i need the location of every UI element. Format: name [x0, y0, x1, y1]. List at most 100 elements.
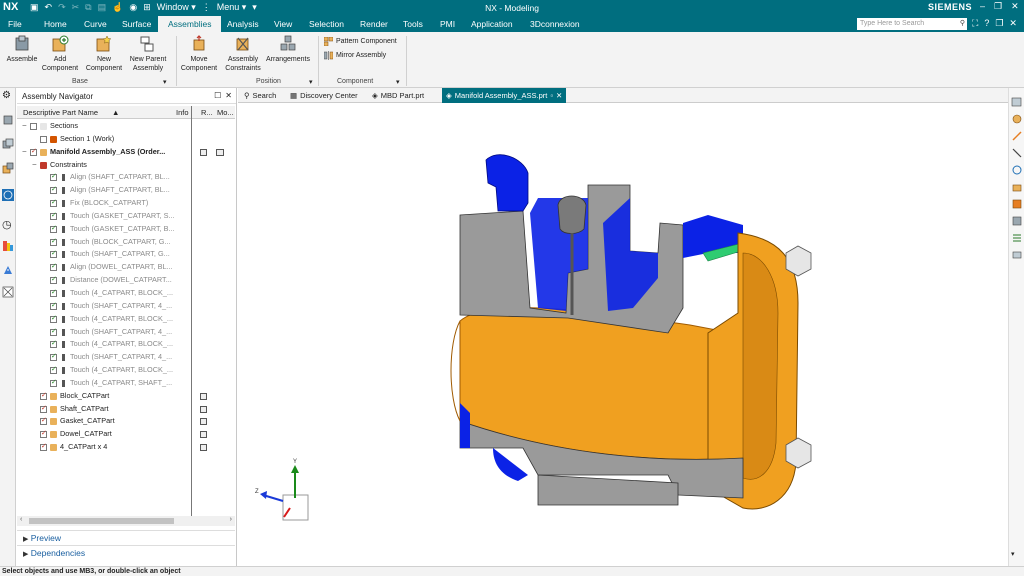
new-parent-assembly-button[interactable]: New Parent Assembly: [126, 35, 170, 73]
visibility-checkbox[interactable]: [30, 146, 37, 159]
close-part-icon[interactable]: ✕: [1009, 18, 1017, 29]
expand-preview-icon[interactable]: ▶: [23, 536, 28, 543]
settings-gear-icon[interactable]: ⚙: [2, 90, 14, 102]
assemble-button[interactable]: Assemble: [4, 35, 40, 65]
palette-icon[interactable]: [2, 240, 14, 252]
visibility-checkbox[interactable]: [50, 197, 57, 210]
move-component-button[interactable]: Move Component: [178, 35, 220, 73]
fullscreen-icon[interactable]: ⛶: [972, 18, 978, 29]
tab-render[interactable]: Render: [360, 19, 388, 29]
visibility-checkbox[interactable]: [50, 338, 57, 351]
visibility-checkbox[interactable]: [50, 287, 57, 300]
visibility-checkbox[interactable]: [50, 248, 57, 261]
visibility-checkbox[interactable]: [30, 123, 37, 130]
view-tool-icon-5[interactable]: [1011, 164, 1023, 176]
view-tool-icon-2[interactable]: [1011, 113, 1023, 125]
constraint-navigator-icon[interactable]: [2, 162, 14, 174]
tree-row[interactable]: Distance (DOWEL_CATPART...: [17, 274, 235, 287]
tree-row[interactable]: 4_CATPart x 4: [17, 441, 235, 454]
navigator-horizontal-scrollbar[interactable]: ‹ ›: [17, 516, 235, 526]
restore-button[interactable]: ❐: [994, 1, 1002, 12]
scroll-down-arrow-icon[interactable]: ▾: [1011, 550, 1023, 562]
tree-row[interactable]: Touch (SHAFT_CATPART, 4_...: [17, 326, 235, 338]
tab-analysis[interactable]: Analysis: [227, 19, 259, 29]
tree-row[interactable]: Block_CATPart: [17, 390, 235, 403]
visibility-checkbox[interactable]: [50, 274, 57, 287]
assembly-constraints-button[interactable]: Assembly Constraints: [222, 35, 264, 73]
tree-row[interactable]: − Constraints: [17, 159, 235, 172]
part-navigator-icon[interactable]: [2, 114, 14, 126]
tree-row[interactable]: Touch (SHAFT_CATPART, 4_...: [17, 300, 235, 313]
new-component-button[interactable]: New Component: [83, 35, 125, 73]
visibility-checkbox[interactable]: [50, 223, 57, 236]
visibility-checkbox[interactable]: [40, 428, 47, 441]
visibility-checkbox[interactable]: [50, 313, 57, 326]
tree-row[interactable]: Touch (4_CATPART, BLOCK_...: [17, 287, 235, 300]
tab-pmi[interactable]: PMI: [440, 19, 455, 29]
visibility-checkbox[interactable]: [50, 377, 57, 390]
view-tool-icon-4[interactable]: [1011, 147, 1023, 159]
scroll-left-arrow-icon[interactable]: ‹: [20, 516, 22, 523]
manifold-assembly-model[interactable]: Y Z: [238, 103, 1008, 566]
mirror-assembly-button[interactable]: Mirror Assembly: [324, 51, 386, 60]
tree-row[interactable]: Dowel_CATPart: [17, 428, 235, 441]
tree-row[interactable]: Align (SHAFT_CATPART, BL...: [17, 171, 235, 184]
position-dropdown-icon[interactable]: ▾: [309, 78, 313, 86]
collapse-icon[interactable]: −: [22, 120, 27, 133]
dependencies-section[interactable]: ▶ Dependencies: [17, 545, 235, 559]
tree-row[interactable]: Touch (4_CATPART, BLOCK_...: [17, 338, 235, 351]
visibility-checkbox[interactable]: [50, 184, 57, 197]
preview-section[interactable]: ▶ Preview: [17, 530, 235, 544]
view-tool-icon-1[interactable]: [1011, 96, 1023, 108]
collapse-icon[interactable]: −: [22, 146, 27, 159]
view-tool-icon-10[interactable]: [1011, 249, 1023, 261]
tree-row[interactable]: Touch (GASKET_CATPART, S...: [17, 210, 235, 223]
visibility-checkbox[interactable]: [40, 135, 47, 143]
tree-row[interactable]: − Sections: [17, 120, 235, 133]
tree-row[interactable]: Gasket_CATPart: [17, 415, 235, 428]
view-tool-icon-6[interactable]: [1011, 181, 1023, 193]
maximize-panel-icon[interactable]: ☐: [214, 91, 221, 100]
tree-row[interactable]: Touch (4_CATPART, BLOCK_...: [17, 364, 235, 377]
visibility-checkbox[interactable]: [50, 300, 57, 313]
tree-row[interactable]: Shaft_CATPart: [17, 403, 235, 415]
tab-mbd-part[interactable]: ◈ MBD Part.prt: [368, 88, 428, 103]
tree-row[interactable]: Fix (BLOCK_CATPART): [17, 197, 235, 210]
history-clock-icon[interactable]: ◷: [2, 218, 14, 231]
visibility-checkbox[interactable]: [50, 351, 57, 364]
tree-row[interactable]: Touch (GASKET_CATPART, B...: [17, 223, 235, 236]
visibility-checkbox[interactable]: [40, 441, 47, 454]
tab-surface[interactable]: Surface: [122, 19, 151, 29]
view-tool-icon-8[interactable]: [1011, 215, 1023, 227]
pattern-component-button[interactable]: Pattern Component: [324, 37, 397, 46]
close-tab-icon[interactable]: ✕: [556, 91, 562, 100]
role-icon[interactable]: [2, 264, 14, 276]
tree-row[interactable]: − Manifold Assembly_ASS (Order...: [17, 146, 235, 159]
help-icon[interactable]: ?: [984, 18, 989, 29]
tree-row[interactable]: Touch (4_CATPART, BLOCK_...: [17, 313, 235, 326]
tree-row[interactable]: Touch (4_CATPART, SHAFT_...: [17, 377, 235, 390]
tab-curve[interactable]: Curve: [84, 19, 107, 29]
tab-assemblies[interactable]: Assemblies: [158, 16, 222, 32]
tree-row[interactable]: Touch (SHAFT_CATPART, G...: [17, 248, 235, 261]
column-r[interactable]: R...: [201, 108, 213, 117]
visibility-checkbox[interactable]: [50, 364, 57, 377]
visibility-checkbox[interactable]: [50, 171, 57, 184]
visibility-checkbox[interactable]: [50, 236, 57, 248]
column-info[interactable]: Info: [176, 108, 189, 117]
graphics-viewport[interactable]: Y Z: [238, 103, 1008, 566]
system-scene-icon[interactable]: [2, 286, 14, 298]
collapse-icon[interactable]: −: [32, 159, 37, 172]
tab-application[interactable]: Application: [471, 19, 513, 29]
tab-manifold-assembly[interactable]: ◈ Manifold Assembly_ASS.prt ▫ ✕: [442, 88, 567, 103]
tab-home[interactable]: Home: [44, 19, 67, 29]
visibility-checkbox[interactable]: [50, 326, 57, 338]
component-dropdown-icon[interactable]: ▾: [396, 78, 400, 86]
close-button[interactable]: ✕: [1011, 1, 1019, 12]
visibility-checkbox[interactable]: [50, 261, 57, 274]
tab-discovery-center[interactable]: ▦ Discovery Center: [286, 88, 362, 103]
web-browser-icon[interactable]: [2, 189, 14, 201]
visibility-checkbox[interactable]: [40, 415, 47, 428]
arrangements-button[interactable]: Arrangements: [264, 35, 312, 65]
assembly-navigator-icon[interactable]: [2, 138, 14, 150]
